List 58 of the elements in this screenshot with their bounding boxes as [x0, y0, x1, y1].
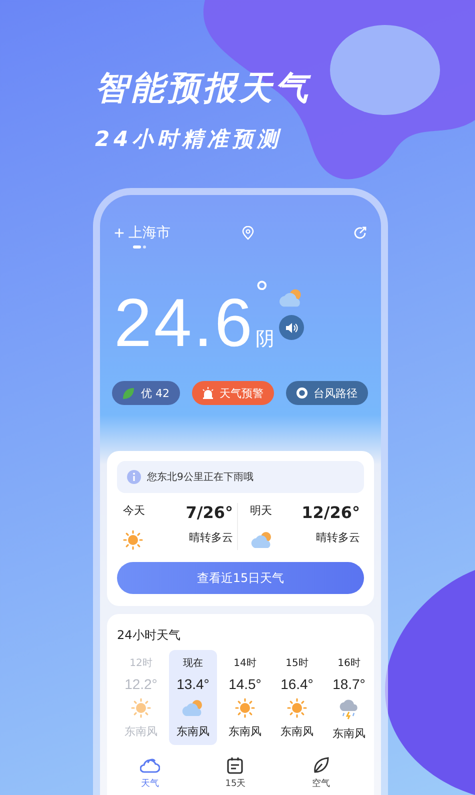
hour-column[interactable]: 14时 14.5° 东南风	[221, 650, 269, 745]
hour-column[interactable]: 15时 16.4° 东南风	[273, 650, 321, 745]
tab-item[interactable]: 天气	[124, 751, 175, 795]
speaker-icon	[284, 322, 298, 334]
temperature-range: 12/26°	[302, 503, 361, 522]
page-dots-icon	[133, 245, 147, 249]
cloud-sun-icon	[250, 530, 274, 550]
temperature-range: 7/26°	[186, 503, 234, 522]
tab-item[interactable]: 空气	[296, 751, 346, 795]
wind-direction: 东南风	[176, 724, 210, 739]
cloud-icon	[140, 756, 160, 774]
weather-description: 晴转多云	[189, 530, 234, 546]
hour-column[interactable]: 16时 18.7° 东南风	[325, 650, 373, 745]
hour-time: 12时	[130, 656, 152, 670]
sun-icon	[131, 698, 151, 718]
alarm-light-icon	[202, 387, 214, 399]
hour-temperature: 12.2°	[124, 676, 158, 692]
promo-title: 智能预报天气	[95, 67, 311, 109]
calendar-icon	[227, 756, 244, 774]
weather-description: 晴转多云	[316, 530, 361, 546]
tab-item[interactable]: 15天	[210, 751, 260, 795]
leaf-icon	[313, 756, 330, 774]
sun-icon	[123, 530, 143, 550]
weather-condition: 阴	[255, 327, 274, 352]
sun-icon	[235, 698, 255, 718]
wind-direction: 东南风	[332, 726, 366, 741]
temperature: 24.6	[114, 289, 254, 357]
hour-temperature: 14.5°	[228, 676, 262, 692]
hour-temperature: 13.4°	[176, 676, 210, 692]
warning-badge[interactable]: 天气预警	[192, 381, 274, 405]
day-label: 明天	[250, 503, 273, 519]
aqi-badge[interactable]: 优 42	[112, 381, 180, 405]
wind-direction: 东南风	[280, 724, 314, 739]
rain-cloud-icon	[338, 698, 360, 720]
location-pin-icon	[242, 226, 254, 240]
wind-direction: 东南风	[228, 724, 262, 739]
notice-text: 您东北9公里正在下雨哦	[147, 470, 254, 484]
hour-column[interactable]: 现在 13.4° 东南风	[169, 650, 217, 745]
typhoon-badge[interactable]: 台风路径	[286, 381, 368, 405]
day-label: 今天	[123, 503, 145, 519]
leaf-icon	[122, 386, 135, 400]
hour-temperature: 18.7°	[332, 676, 366, 692]
promo-subtitle: 24小时精准预测	[95, 126, 282, 153]
hour-time: 14时	[234, 656, 256, 670]
info-icon	[127, 470, 141, 484]
section-title: 24小时天气	[117, 627, 180, 644]
hour-time: 15时	[286, 656, 308, 670]
speaker-button[interactable]	[278, 315, 304, 340]
wind-direction: 东南风	[124, 724, 158, 739]
hour-time: 现在	[183, 657, 203, 670]
hour-time: 16时	[338, 656, 360, 670]
ring-icon	[296, 387, 308, 399]
city-name: 上海市	[128, 224, 171, 242]
degree-unit: °	[254, 281, 270, 307]
forecast-button[interactable]: 查看近15日天气	[117, 562, 364, 594]
cloud-sun-icon	[181, 698, 205, 718]
hour-temperature: 16.4°	[280, 676, 314, 692]
sun-icon	[287, 698, 307, 718]
